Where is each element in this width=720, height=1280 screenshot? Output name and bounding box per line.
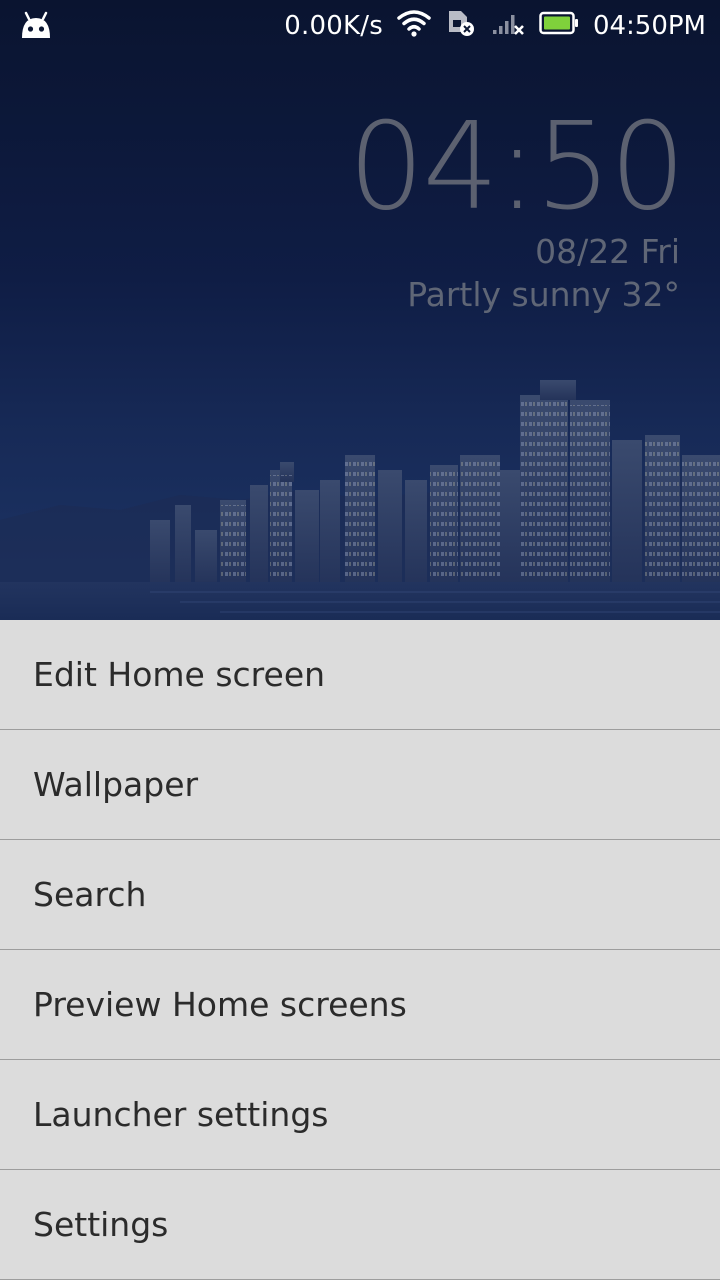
wifi-icon — [397, 9, 431, 44]
android-robot-icon — [18, 10, 54, 40]
home-options-menu: Edit Home screen Wallpaper Search Previe… — [0, 620, 720, 1280]
menu-item-edit-home-screen[interactable]: Edit Home screen — [0, 620, 720, 730]
battery-icon — [539, 11, 579, 42]
menu-item-settings[interactable]: Settings — [0, 1170, 720, 1280]
weather-summary: Partly sunny 32° — [407, 275, 680, 314]
signal-x-icon — [491, 9, 525, 44]
menu-item-wallpaper[interactable]: Wallpaper — [0, 730, 720, 840]
clock-weather-widget[interactable]: 04:50 08/22 Fri Partly sunny 32° — [348, 108, 686, 315]
sim-card-x-icon — [445, 8, 477, 45]
menu-item-search[interactable]: Search — [0, 840, 720, 950]
status-bar: 0.00K/s 04:50PM — [0, 0, 720, 52]
status-time: 04:50PM — [592, 11, 706, 41]
clock-time: 04:50 — [348, 98, 686, 237]
menu-item-launcher-settings[interactable]: Launcher settings — [0, 1060, 720, 1170]
network-speed: 0.00K/s — [284, 11, 383, 41]
clock-date: 08/22 Fri — [535, 232, 680, 271]
menu-item-preview-home-screens[interactable]: Preview Home screens — [0, 950, 720, 1060]
home-screen: 0.00K/s 04:50PM 04:50 08/22 Fri Partly s… — [0, 0, 720, 1280]
